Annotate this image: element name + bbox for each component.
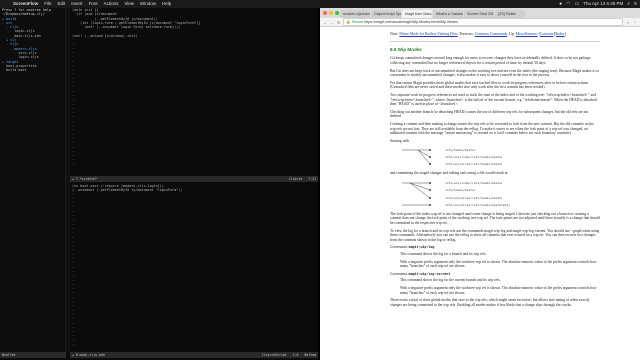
menu-app-name[interactable]: ScreenFlow bbox=[10, 0, 41, 8]
star-icon[interactable]: ☆ bbox=[626, 20, 630, 25]
editor-top-buffer[interactable]: (defn init [] (if (and js/document (.-ge… bbox=[70, 8, 318, 176]
menu-list-icon[interactable]: ≡ bbox=[634, 0, 637, 8]
minimize-window-icon[interactable] bbox=[329, 11, 333, 15]
browser-toolbar: ← → ↻ 🔒 Secure https://magit.vc/manual/m… bbox=[320, 18, 640, 27]
commit-diagram-2: refs/wip/index/refs/heads/master refs/he… bbox=[390, 179, 600, 209]
para-1: Git keeps committed changes around long … bbox=[390, 56, 591, 65]
menu-insert[interactable]: Insert bbox=[68, 0, 85, 8]
nav-up-link[interactable]: Miscellaneous bbox=[516, 32, 538, 36]
top-modeline-buffer: ★ 7 *scratch* bbox=[72, 177, 97, 181]
diagram2-ref-3: refs/wip/wtree/refs/heads/master@{2} bbox=[445, 202, 511, 207]
command-1: Command: magit-wip-log bbox=[390, 245, 600, 250]
menu-dots-icon[interactable]: ⋮ bbox=[633, 20, 637, 25]
menu-file[interactable]: File bbox=[41, 0, 54, 8]
para-2: But Git does not keep track of uncommitt… bbox=[390, 68, 599, 78]
command-2: Command: magit-wip-log-current bbox=[390, 272, 600, 277]
section-heading: 8.6 Wip Modes bbox=[390, 46, 422, 52]
para-7: Starting with bbox=[390, 138, 410, 143]
menu-font[interactable]: Font bbox=[86, 0, 101, 8]
zoom-window-icon[interactable] bbox=[335, 11, 339, 15]
commit-diagram-1: refs/heads/master refs/wip/index/refs/he… bbox=[390, 146, 600, 168]
url-text: https://magit.vc/manual/magit/Wip-Modes.… bbox=[364, 20, 459, 24]
address-bar[interactable]: 🔒 Secure https://magit.vc/manual/magit/W… bbox=[343, 18, 624, 26]
para-3: For that reason Magit provides three glo… bbox=[390, 80, 589, 90]
top-modeline[interactable]: ★ 7 *scratch* Clojure 7:41 bbox=[70, 176, 318, 182]
nav-next-link[interactable]: Minor Mode for Buffers Visiting Files bbox=[399, 32, 457, 36]
command-2-desc-2: With a negative prefix argument only the… bbox=[400, 286, 597, 295]
command-2-name: magit-wip-log-current bbox=[408, 271, 451, 276]
para-6: Creating a commit and then making a chan… bbox=[390, 121, 594, 136]
nav-divider bbox=[390, 40, 600, 42]
window-controls bbox=[323, 11, 339, 15]
search-icon[interactable]: ⌕ bbox=[627, 0, 630, 8]
forward-icon[interactable]: → bbox=[330, 20, 334, 25]
close-window-icon[interactable] bbox=[323, 11, 327, 15]
tab-3[interactable]: What's a "variant" bbox=[433, 10, 463, 18]
status-area: ● ◠ ▭ Thu Apr 13 6:48 PM ⌕ ≡ bbox=[559, 0, 640, 8]
tab-5[interactable]: [ZS] Twitter bbox=[495, 10, 525, 18]
command-1-name: magit-wip-log bbox=[408, 245, 435, 250]
command-1-desc-1: This command shows the log for a branch … bbox=[400, 252, 487, 257]
neotree-list: + build - src - cljs login.cljs main.cljs… bbox=[2, 17, 65, 73]
commit-graph-2 bbox=[402, 181, 431, 206]
para-11: There exists a total of three global mod… bbox=[390, 298, 590, 307]
menu-actions[interactable]: Actions bbox=[101, 0, 122, 8]
diagram1-ref-1: refs/wip/index/refs/heads/master bbox=[445, 155, 503, 160]
chrome-window: modern-cljs/tutoria ClojureScript Synta … bbox=[320, 8, 640, 360]
web-page-content: Next: Minor Mode for Buffers Visiting Fi… bbox=[390, 32, 600, 360]
neotree-pane[interactable]: Press ? for neotree help ~/Dropbox/meetu… bbox=[0, 8, 66, 352]
battery-icon[interactable]: ▭ bbox=[575, 0, 580, 8]
empty-line-marker: ~ bbox=[72, 342, 75, 347]
top-code-lines: (defn init [] (if (and js/document (.-ge… bbox=[72, 8, 318, 38]
command-1-desc-2: With a negative prefix argument only the… bbox=[400, 259, 597, 269]
tab-1[interactable]: ClojureScript Synta bbox=[371, 10, 401, 18]
para-8: and committing the staged changes and ed… bbox=[390, 171, 508, 176]
tab-0[interactable]: modern-cljs/tutoria bbox=[340, 10, 370, 18]
menu-view[interactable]: View bbox=[121, 0, 137, 8]
top-modeline-pos: 7:41 bbox=[308, 177, 316, 181]
diagram2-ref-0: refs/wip/index/refs/heads/master bbox=[445, 180, 503, 185]
secure-label: Secure bbox=[351, 20, 364, 24]
diagram1-ref-2: refs/wip/wtree/refs/heads/master bbox=[445, 162, 503, 167]
record-icon[interactable]: ● bbox=[559, 0, 562, 8]
reload-icon[interactable]: ↻ bbox=[337, 20, 340, 25]
bottom-code-lines: (ns boot.user (:require [modern-cljs.log… bbox=[72, 184, 318, 193]
para-4: Two separate work-in-progress references… bbox=[390, 92, 597, 107]
commit-graph-1 bbox=[402, 149, 431, 166]
emacs-window: Press ? for neotree help ~/Dropbox/meetu… bbox=[0, 8, 318, 360]
command-2-label: Command: bbox=[390, 271, 408, 276]
menu-bar: ScreenFlow File Edit Insert Font Actions… bbox=[0, 0, 640, 8]
para-5: Checking out another branch (or detachin… bbox=[390, 109, 589, 119]
nav-index-link[interactable]: Index bbox=[556, 32, 565, 36]
diagram1-ref-0: refs/heads/master bbox=[445, 148, 476, 153]
nav-up-label: Up: bbox=[509, 32, 515, 36]
menu-edit[interactable]: Edit bbox=[55, 0, 69, 8]
diagram2-ref-1: refs/heads/master bbox=[445, 187, 476, 192]
lock-icon: 🔒 bbox=[346, 20, 351, 24]
diagram2-ref-2: refs/wip/wtree/refs/heads/master bbox=[445, 195, 503, 200]
menu-help[interactable]: Help bbox=[159, 0, 174, 8]
command-2-desc-1: This command shows the log for the curre… bbox=[400, 278, 501, 283]
tab-2[interactable]: Magit User Manual bbox=[402, 10, 432, 18]
bottom-empty-lines: ~ ~ ~ ~ ~ ~ ~ ~ ~ ~ ~ ~ ~ ~ ~ ~ ~ ~ ~ ~ ~ ~ ~ ~ ~ ~ ~ ~ ~ ~ ~ ~ ~ ~ ~ ~ bbox=[72, 193, 318, 348]
doc-nav: Next: Minor Mode for Buffers Visiting Fi… bbox=[390, 32, 566, 36]
back-icon[interactable]: ← bbox=[323, 20, 327, 25]
nav-contents-link[interactable]: Contents bbox=[540, 32, 554, 36]
menubar-clock[interactable]: Thu Apr 13 6:48 PM bbox=[583, 0, 623, 8]
nav-next-label: Next: bbox=[390, 32, 399, 36]
para-10: To view the log for a branch and its wip… bbox=[390, 228, 600, 242]
command-1-label: Command: bbox=[390, 245, 408, 250]
nav-prev-link[interactable]: Common Commands bbox=[475, 32, 507, 36]
tab-4[interactable]: Screen Shot 2017-0 bbox=[464, 10, 494, 18]
menu-window[interactable]: Window bbox=[137, 0, 159, 8]
top-empty-lines: ~ ~ ~ ~ ~ ~ ~ ~ ~ ~ ~ ~ ~ ~ ~ ~ ~ ~ ~ ~ ~ ~ ~ ~ ~ ~ ~ ~ ~ ~ bbox=[72, 38, 318, 167]
neotree-item[interactable]: build.boot bbox=[2, 68, 65, 72]
tab-strip: modern-cljs/tutoria ClojureScript Synta … bbox=[320, 8, 640, 18]
nav-prev-label: Previous: bbox=[459, 32, 474, 36]
wifi-icon[interactable]: ◠ bbox=[566, 0, 570, 8]
para-9: The fork-point of the index wip ref is n… bbox=[390, 211, 600, 226]
empty-line-marker: ~ bbox=[72, 162, 75, 167]
top-modeline-mode: Clojure bbox=[288, 177, 303, 181]
editor-bottom-buffer[interactable]: (ns boot.user (:require [modern-cljs.log… bbox=[70, 184, 318, 352]
